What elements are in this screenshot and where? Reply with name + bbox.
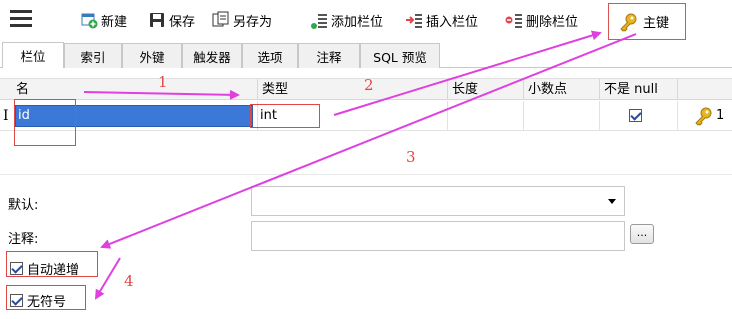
annotation-number-2: 2 <box>364 76 374 94</box>
annotation-arrows <box>83 30 637 300</box>
annotation-number-3: 3 <box>406 148 416 166</box>
annotation-number-1: 1 <box>158 73 168 91</box>
annotation-number-4: 4 <box>124 272 134 290</box>
